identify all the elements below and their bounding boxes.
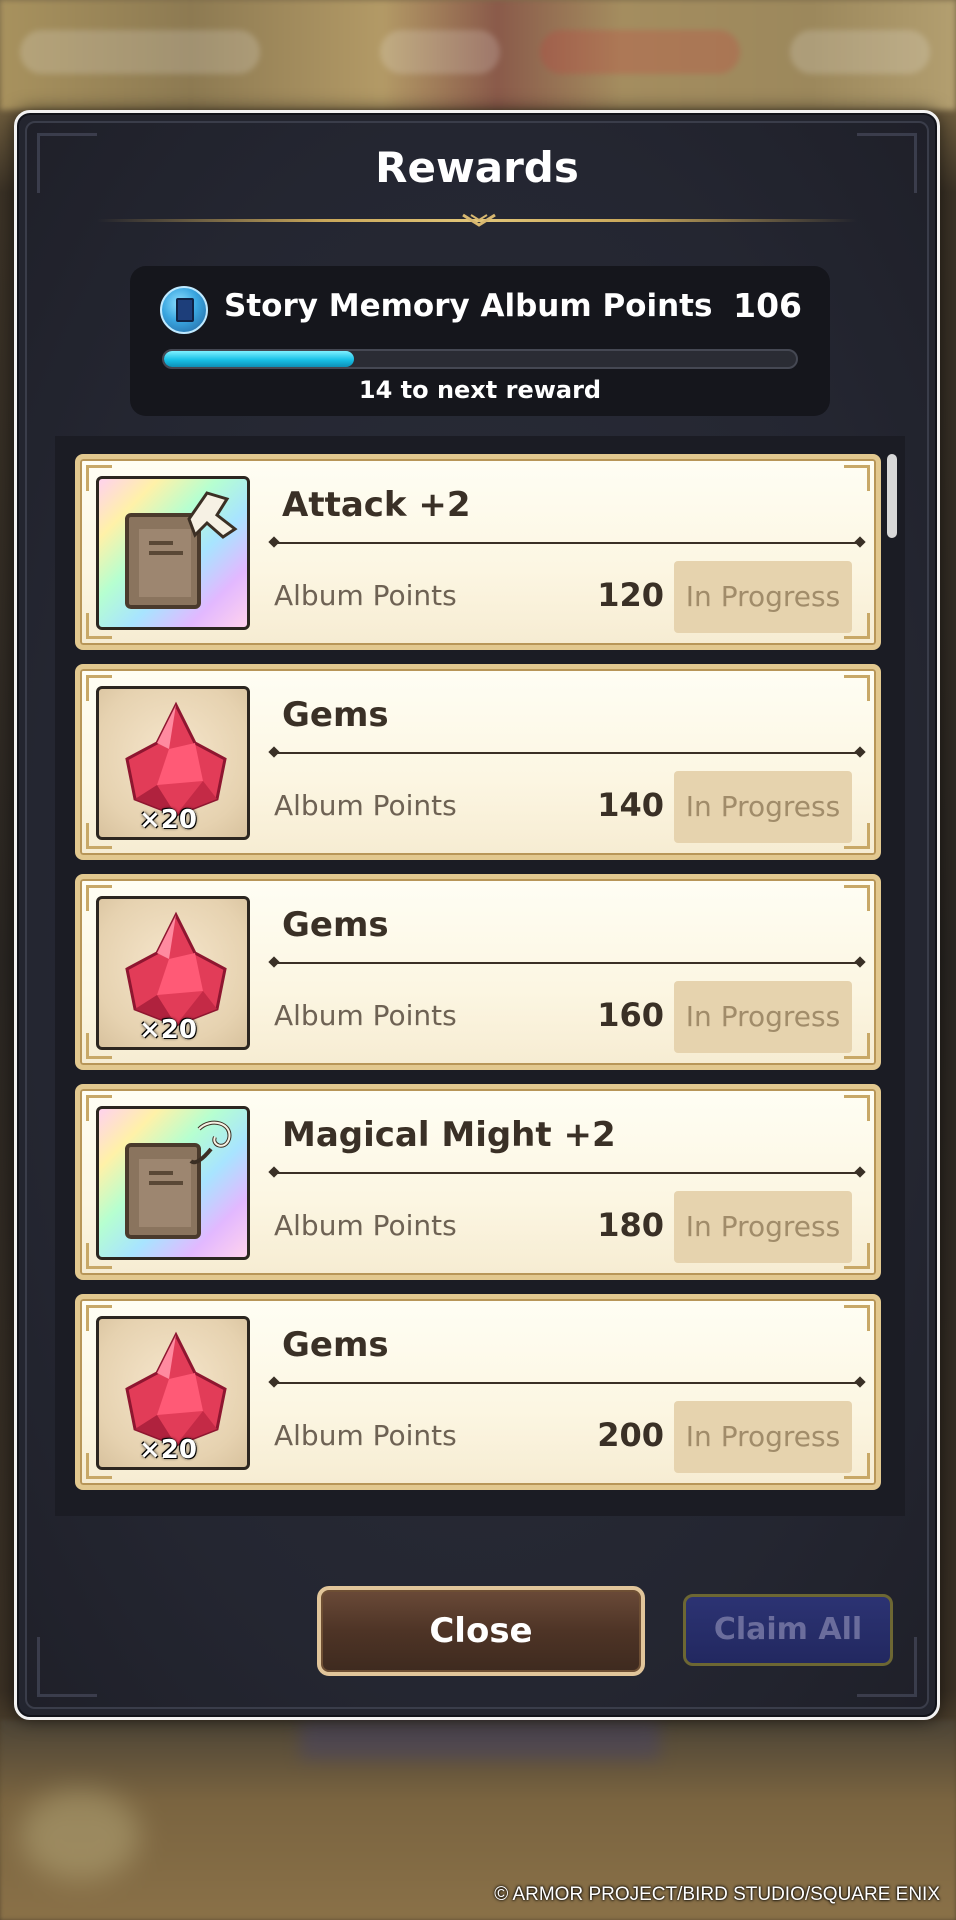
reward-points-value: 120: [597, 576, 664, 614]
background-scene-top: [0, 0, 956, 110]
next-reward-text: 14 to next reward: [358, 376, 602, 404]
title-chevron-icon: [462, 213, 496, 227]
copyright-notice: © ARMOR PROJECT/BIRD STUDIO/SQUARE ENIX: [494, 1884, 940, 1905]
reward-points-label: Album Points: [274, 789, 457, 822]
reward-quantity: ×20: [139, 805, 197, 835]
attack-book-icon: [96, 476, 250, 630]
reward-points-label: Album Points: [274, 1209, 457, 1242]
magic-book-icon: [96, 1106, 250, 1260]
reward-row: ×20 Gems Album Points 200 In Progress: [75, 1294, 881, 1490]
close-button[interactable]: Close: [317, 1586, 645, 1676]
album-points-value: 106: [733, 286, 802, 325]
reward-title: Gems: [282, 695, 389, 735]
reward-divider: [274, 962, 860, 964]
reward-divider: [274, 1382, 860, 1384]
reward-points-label: Album Points: [274, 1419, 457, 1452]
reward-row: ×20 Gems Album Points 140 In Progress: [75, 664, 881, 860]
claim-all-button[interactable]: Claim All: [683, 1594, 893, 1666]
reward-divider: [274, 752, 860, 754]
frame-ornament: [37, 1637, 97, 1697]
reward-quantity: ×20: [139, 1435, 197, 1465]
reward-title: Magical Might +2: [282, 1115, 616, 1155]
gem-icon: ×20: [96, 1316, 250, 1470]
gem-icon: ×20: [96, 896, 250, 1050]
album-progress-bar: [162, 349, 798, 369]
album-points-label: Story Memory Album Points: [224, 288, 713, 324]
reward-row: Attack +2 Album Points 120 In Progress: [75, 454, 881, 650]
in-progress-button[interactable]: In Progress: [674, 771, 852, 843]
list-scrollbar[interactable]: [887, 454, 897, 538]
reward-points-label: Album Points: [274, 999, 457, 1032]
album-book-icon: [160, 286, 208, 334]
reward-points-label: Album Points: [274, 579, 457, 612]
in-progress-button[interactable]: In Progress: [674, 1191, 852, 1263]
album-progress-fill: [164, 351, 354, 367]
reward-points-value: 200: [597, 1416, 664, 1454]
reward-title: Gems: [282, 905, 389, 945]
album-points-panel: Story Memory Album Points 106 14 to next…: [130, 266, 830, 416]
in-progress-button[interactable]: In Progress: [674, 561, 852, 633]
gem-icon: ×20: [96, 686, 250, 840]
reward-divider: [274, 542, 860, 544]
reward-quantity: ×20: [139, 1015, 197, 1045]
reward-points-value: 160: [597, 996, 664, 1034]
in-progress-button[interactable]: In Progress: [674, 981, 852, 1053]
reward-title: Gems: [282, 1325, 389, 1365]
reward-divider: [274, 1172, 860, 1174]
in-progress-button[interactable]: In Progress: [674, 1401, 852, 1473]
reward-row: Magical Might +2 Album Points 180 In Pro…: [75, 1084, 881, 1280]
reward-title: Attack +2: [282, 485, 471, 525]
rewards-list[interactable]: Attack +2 Album Points 120 In Progress ×…: [55, 436, 905, 1516]
reward-points-value: 140: [597, 786, 664, 824]
reward-points-value: 180: [597, 1206, 664, 1244]
reward-row: ×20 Gems Album Points 160 In Progress: [75, 874, 881, 1070]
dialog-title: Rewards: [375, 143, 579, 192]
rewards-dialog: Rewards Story Memory Album Points 106 14…: [14, 110, 940, 1720]
